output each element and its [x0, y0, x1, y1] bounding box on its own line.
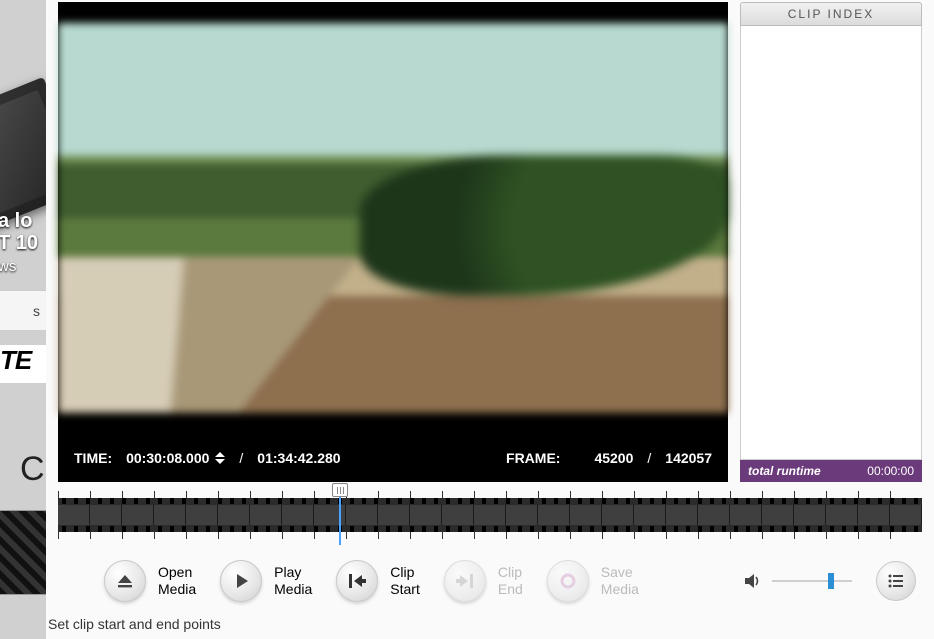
toolbar: Open Media Play Media [46, 548, 934, 610]
clip-index-footer: total runtime 00:00:00 [740, 460, 922, 482]
timeline-ticks-bottom [58, 532, 922, 542]
runtime-label: total runtime [748, 464, 821, 478]
time-label: TIME: [74, 450, 112, 466]
save-media-button: Save Media [547, 560, 639, 602]
clip-start-button[interactable]: Clip Start [336, 560, 420, 602]
bg-text-1: a lo [0, 210, 32, 233]
menu-button[interactable] [876, 561, 916, 601]
video-player: TIME: 00:30:08.000 / 01:34:42.280 FRAME:… [58, 2, 728, 482]
frame-current[interactable]: 45200 [594, 450, 633, 466]
clip-end-icon [454, 570, 476, 592]
frame-label: FRAME: [506, 450, 560, 466]
timeline-ticks-top [58, 488, 922, 498]
frame-total: 142057 [665, 450, 712, 466]
playhead-grip-icon[interactable] [332, 483, 348, 497]
eject-icon [115, 571, 135, 591]
volume-slider[interactable] [772, 580, 852, 582]
video-viewport[interactable] [58, 2, 728, 434]
bg-text-2: T 10 [0, 232, 38, 255]
video-frame-image [58, 23, 728, 413]
player-info-bar: TIME: 00:30:08.000 / 01:34:42.280 FRAME:… [58, 434, 728, 482]
time-current[interactable]: 00:30:08.000 [126, 450, 209, 466]
time-stepper[interactable] [215, 452, 225, 464]
status-bar: Set clip start and end points [46, 610, 934, 632]
playhead-line [339, 497, 341, 545]
clip-end-button: Clip End [444, 560, 523, 602]
clip-index-panel: CLIP INDEX total runtime 00:00:00 [740, 2, 922, 482]
volume-icon [742, 571, 762, 591]
play-icon [231, 571, 251, 591]
bg-article-thumb [0, 510, 46, 595]
background-page-strip: a lo T 10 ws s TE C [0, 0, 46, 639]
playhead[interactable] [340, 483, 341, 560]
list-icon [887, 572, 905, 590]
record-icon [558, 571, 578, 591]
frame-separator: / [647, 450, 651, 466]
time-total: 01:34:42.280 [257, 450, 340, 466]
clip-index-list[interactable] [740, 26, 922, 460]
bg-text-3: ws [0, 258, 16, 275]
time-separator: / [239, 450, 243, 466]
volume-control[interactable] [742, 571, 852, 591]
timeline[interactable] [46, 488, 934, 548]
bg-block-b: TE [0, 345, 46, 383]
bg-heading-letter: C [20, 450, 45, 489]
clip-index-header: CLIP INDEX [740, 2, 922, 26]
play-media-button[interactable]: Play Media [220, 560, 312, 602]
runtime-value: 00:00:00 [867, 464, 914, 478]
video-editor: TIME: 00:30:08.000 / 01:34:42.280 FRAME:… [46, 0, 934, 639]
filmstrip[interactable] [58, 498, 922, 532]
bg-block-a: s [0, 290, 46, 330]
open-media-button[interactable]: Open Media [104, 560, 196, 602]
volume-thumb[interactable] [828, 573, 834, 589]
clip-start-icon [346, 570, 368, 592]
